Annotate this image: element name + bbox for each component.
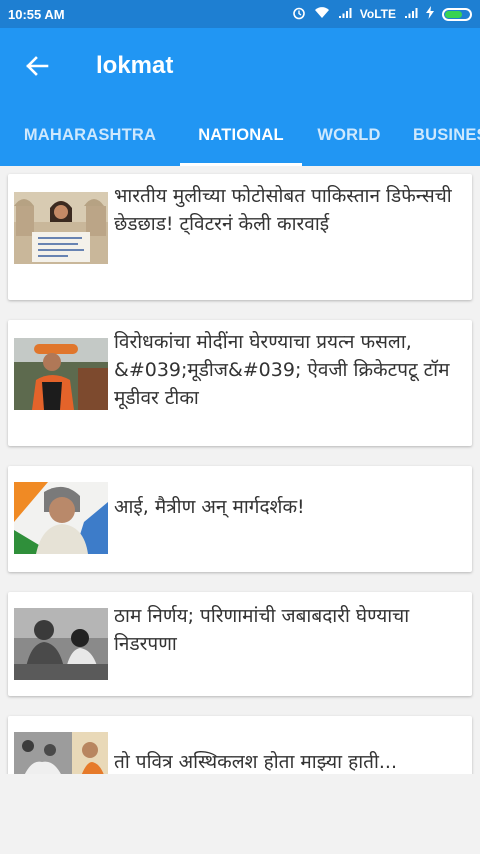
tab-label: NATIONAL <box>198 125 284 144</box>
category-tabs: MAHARASHTRA NATIONAL WORLD BUSINES <box>0 104 480 166</box>
article-thumbnail <box>14 192 108 264</box>
charging-icon <box>426 6 434 22</box>
page-title: lokmat <box>96 52 174 79</box>
tab-business[interactable]: BUSINES <box>396 104 480 166</box>
tab-national[interactable]: NATIONAL <box>180 104 302 166</box>
article-headline: ठाम निर्णय; परिणामांची जबाबदारी घेण्याचा… <box>114 605 410 655</box>
article-headline: भारतीय मुलीच्या फोटोसोबत पाकिस्तान डिफेन… <box>114 185 452 235</box>
signal-icon <box>404 7 418 22</box>
article-card[interactable]: विरोधकांचा मोदींना घेरण्याचा प्रयत्न फसल… <box>8 320 472 446</box>
article-card[interactable]: आई, मैत्रीण अन् मार्गदर्शक! <box>8 466 472 572</box>
tab-label: WORLD <box>317 125 381 144</box>
app-bar: lokmat <box>0 28 480 104</box>
tab-label: MAHARASHTRA <box>23 125 157 144</box>
signal-icon <box>338 7 352 22</box>
list-footer-area <box>0 774 480 854</box>
network-type: VoLTE <box>359 7 396 21</box>
battery-icon <box>442 7 472 21</box>
article-card[interactable]: ठाम निर्णय; परिणामांची जबाबदारी घेण्याचा… <box>8 592 472 696</box>
article-thumbnail <box>14 608 108 680</box>
article-thumbnail <box>14 732 108 774</box>
article-list[interactable]: भारतीय मुलीच्या फोटोसोबत पाकिस्तान डिफेन… <box>0 166 480 774</box>
alarm-icon <box>292 6 306 23</box>
status-bar: 10:55 AM VoLTE <box>0 0 480 28</box>
arrow-left-icon <box>26 56 49 76</box>
article-thumbnail <box>14 338 108 410</box>
article-card[interactable]: भारतीय मुलीच्या फोटोसोबत पाकिस्तान डिफेन… <box>8 174 472 300</box>
article-thumbnail <box>14 482 108 554</box>
wifi-icon <box>314 6 330 22</box>
back-button[interactable] <box>0 28 74 104</box>
status-time: 10:55 AM <box>8 6 65 22</box>
tab-maharashtra[interactable]: MAHARASHTRA <box>0 104 180 166</box>
tab-world[interactable]: WORLD <box>302 104 396 166</box>
article-headline: विरोधकांचा मोदींना घेरण्याचा प्रयत्न फसल… <box>114 331 450 409</box>
article-card[interactable]: तो पवित्र अस्थिकलश होता माझ्या हाती... <box>8 716 472 774</box>
article-headline: तो पवित्र अस्थिकलश होता माझ्या हाती... <box>114 751 398 773</box>
article-headline: आई, मैत्रीण अन् मार्गदर्शक! <box>114 496 305 518</box>
tab-label: BUSINES <box>413 125 480 144</box>
